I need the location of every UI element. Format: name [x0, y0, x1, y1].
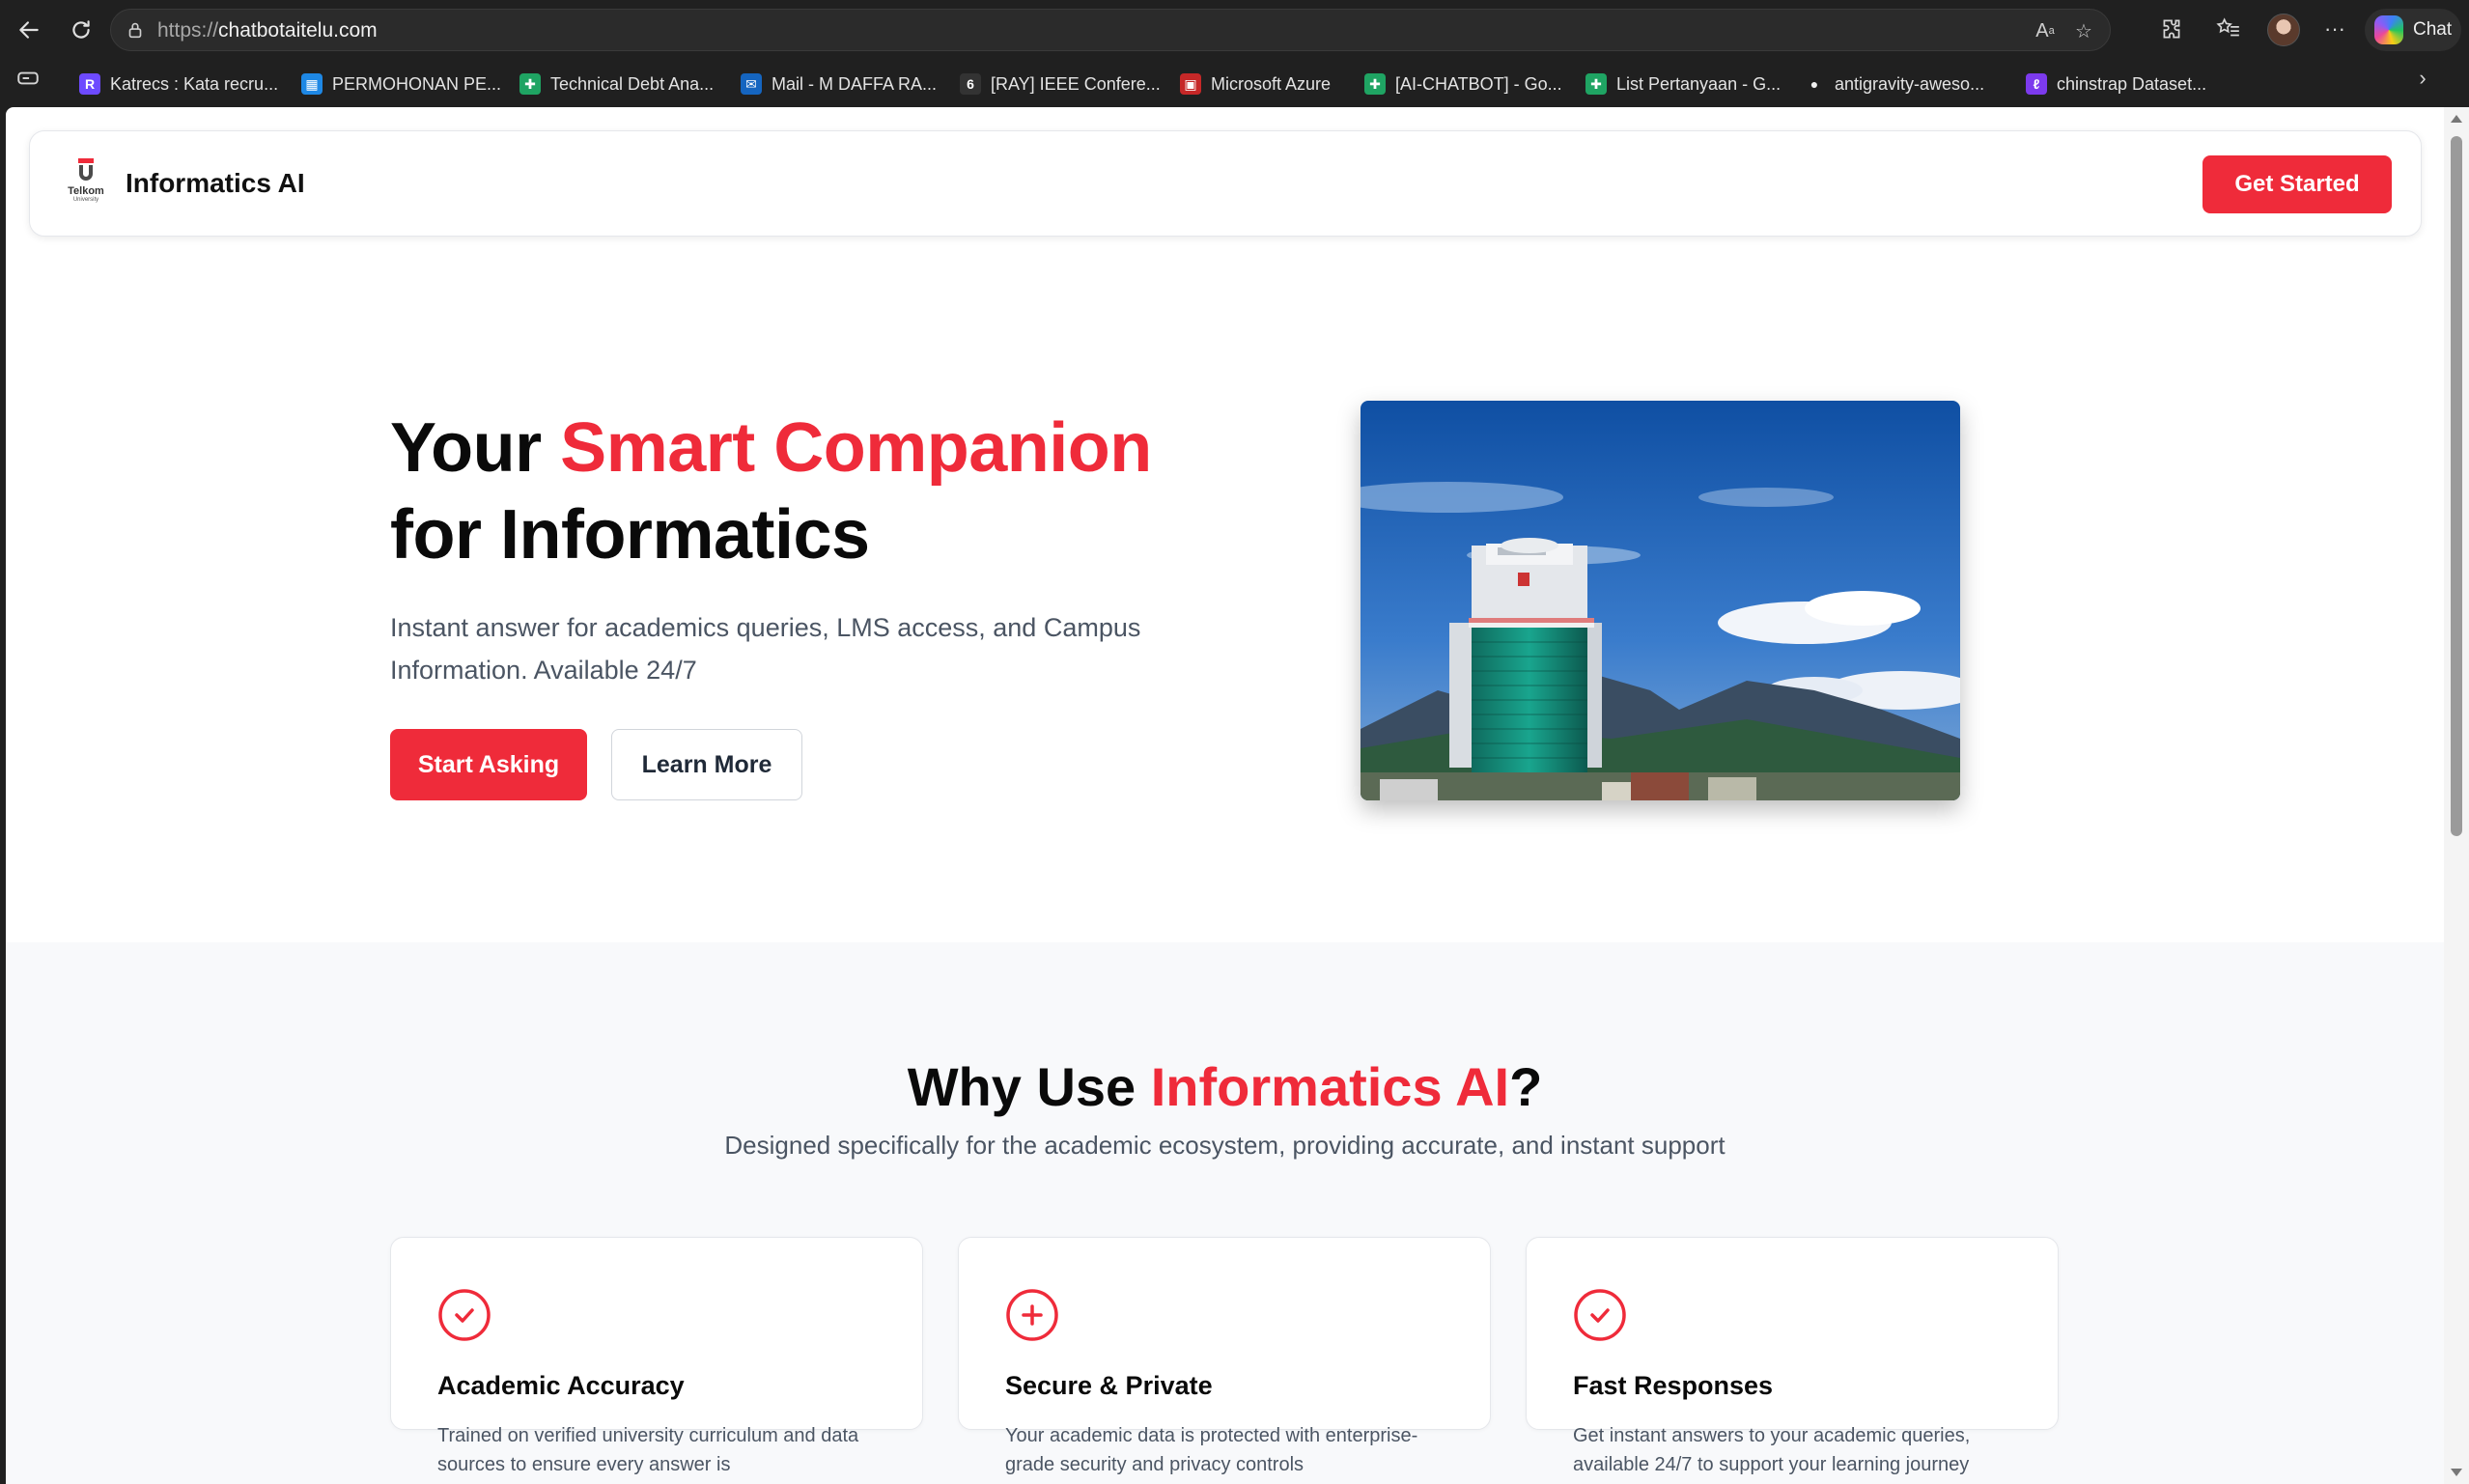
- bookmark-item[interactable]: ▦ PERMOHONAN PE...: [301, 70, 501, 98]
- bookmark-item[interactable]: ✚ Technical Debt Ana...: [519, 70, 714, 98]
- hero-title-accent: Smart Companion: [560, 409, 1152, 487]
- page-scrollbar[interactable]: [2444, 107, 2469, 1484]
- bookmarks-bar: R Katrecs : Kata recru... ▦ PERMOHONAN PE..…: [0, 60, 2469, 107]
- github-icon: ●: [1810, 76, 1819, 92]
- copilot-chat-button[interactable]: Chat: [2365, 9, 2461, 51]
- browser-toolbar: https://chatbotaitelu.com Aa ☆ ··· Chat: [0, 0, 2469, 60]
- campus-photo-illustration: [1361, 401, 1960, 800]
- hero-title-part2: for Informatics: [390, 496, 870, 574]
- feature-card-secure-private: Secure & Private Your academic data is p…: [958, 1237, 1491, 1475]
- get-started-button[interactable]: Get Started: [2202, 155, 2392, 213]
- azure-icon: ▣: [1180, 73, 1201, 95]
- scroll-down-arrow-icon[interactable]: [2451, 1469, 2462, 1476]
- bookmark-item[interactable]: R Katrecs : Kata recru...: [79, 70, 278, 98]
- features-title: Why Use Informatics AI?: [6, 1055, 2444, 1118]
- back-button[interactable]: [12, 13, 46, 47]
- favorites-list-icon: [2216, 17, 2239, 37]
- bookmark-item[interactable]: ✉ Mail - M DAFFA RA...: [741, 70, 937, 98]
- bookmark-label: Katrecs : Kata recru...: [110, 73, 279, 94]
- tabs-icon: [17, 71, 39, 85]
- logo-text: Telkom: [68, 185, 104, 197]
- bookmark-label: antigravity-aweso...: [1835, 73, 1985, 94]
- check-circle-icon: [438, 1289, 491, 1341]
- arrow-left-icon: [19, 21, 39, 39]
- feature-card-title: Fast Responses: [1573, 1371, 1774, 1400]
- puzzle-icon: [2163, 19, 2180, 39]
- extensions-button[interactable]: [2157, 14, 2186, 43]
- features-title-part2: ?: [1509, 1056, 1543, 1117]
- more-menu-icon[interactable]: ···: [2320, 14, 2349, 43]
- learn-more-button[interactable]: Learn More: [611, 729, 802, 800]
- page-viewport: Telkom University Informatics AI Get Sta…: [6, 107, 2444, 1484]
- lock-icon[interactable]: [125, 19, 146, 41]
- scroll-up-arrow-icon[interactable]: [2451, 115, 2462, 123]
- feature-card-title: Secure & Private: [1005, 1371, 1213, 1400]
- sheets-icon: ✚: [1585, 73, 1607, 95]
- plus-circle-icon: [1006, 1289, 1058, 1341]
- feature-card-desc: Get instant answers to your academic que…: [1573, 1425, 1971, 1475]
- site-header: Telkom University Informatics AI Get Sta…: [29, 130, 2422, 237]
- bookmark-item[interactable]: ℓ chinstrap Dataset...: [2026, 70, 2206, 98]
- bookmark-item[interactable]: ✚ List Pertanyaan - G...: [1585, 70, 1781, 98]
- chat-label: Chat: [2413, 19, 2453, 40]
- feature-card-title: Academic Accuracy: [437, 1371, 685, 1400]
- bookmark-item[interactable]: 6 [RAY] IEEE Confere...: [960, 70, 1161, 98]
- bookmark-label: List Pertanyaan - G...: [1616, 73, 1782, 94]
- campus-building-image: [1361, 401, 1960, 800]
- scroll-thumb[interactable]: [2451, 136, 2462, 836]
- copilot-icon: [2374, 15, 2403, 44]
- mail-icon: ✉: [741, 73, 762, 95]
- url-text[interactable]: https://chatbotaitelu.com: [157, 19, 378, 42]
- hero-title: Your Smart Companion for Informatics: [390, 405, 1152, 578]
- tab-actions-icon[interactable]: [14, 64, 42, 93]
- bookmark-label: Microsoft Azure: [1211, 73, 1332, 94]
- bookmarks-overflow-chevron-icon[interactable]: ›: [2408, 64, 2437, 93]
- feature-card-desc: Your academic data is protected with ent…: [1005, 1425, 1418, 1475]
- brand-name[interactable]: Informatics AI: [126, 168, 305, 199]
- features-subtitle: Designed specifically for the academic e…: [724, 1131, 1725, 1160]
- ieee-icon: 6: [960, 73, 981, 95]
- check-circle-icon: [1574, 1289, 1626, 1341]
- bookmark-label: [AI-CHATBOT] - Go...: [1395, 73, 1562, 94]
- dataset-icon: ℓ: [2026, 73, 2047, 95]
- features-title-part1: Why Use: [907, 1056, 1151, 1117]
- feature-card-desc: Trained on verified university curriculu…: [437, 1425, 859, 1475]
- features-title-accent: Informatics AI: [1150, 1056, 1510, 1117]
- bookmark-label: chinstrap Dataset...: [2057, 73, 2207, 94]
- read-aloud-icon[interactable]: Aa: [2033, 18, 2058, 43]
- katrecs-icon: R: [79, 73, 100, 95]
- feature-card-fast-responses: Fast Responses Get instant answers to yo…: [1526, 1237, 2059, 1475]
- sheets-icon: ✚: [1364, 73, 1386, 95]
- telkom-logo[interactable]: Telkom University: [65, 158, 107, 212]
- favorites-button[interactable]: [2214, 14, 2243, 43]
- bookmark-label: [RAY] IEEE Confere...: [991, 73, 1161, 94]
- start-asking-button[interactable]: Start Asking: [390, 729, 587, 800]
- url-protocol: https://: [157, 19, 219, 42]
- favorite-star-icon[interactable]: ☆: [2071, 18, 2096, 43]
- hero-title-part1: Your: [390, 409, 561, 487]
- telkom-shield-icon: [78, 158, 94, 181]
- profile-avatar[interactable]: [2267, 14, 2300, 46]
- bookmark-label: Technical Debt Ana...: [550, 73, 715, 94]
- address-bar[interactable]: https://chatbotaitelu.com Aa ☆: [110, 9, 2111, 51]
- logo-subtext: University: [72, 197, 99, 203]
- bookmark-label: PERMOHONAN PE...: [332, 73, 502, 94]
- reload-icon: [72, 20, 90, 39]
- bookmark-label: Mail - M DAFFA RA...: [772, 73, 938, 94]
- feature-card-academic-accuracy: Academic Accuracy Trained on verified un…: [390, 1237, 923, 1475]
- bookmark-item[interactable]: ▣ Microsoft Azure: [1180, 70, 1331, 98]
- browser-chrome: https://chatbotaitelu.com Aa ☆ ··· Chat …: [0, 0, 2469, 107]
- bookmark-item[interactable]: ● antigravity-aweso...: [1804, 70, 1984, 98]
- reload-button[interactable]: [64, 13, 98, 47]
- bookmark-item[interactable]: ✚ [AI-CHATBOT] - Go...: [1364, 70, 1562, 98]
- form-icon: ▦: [301, 73, 323, 95]
- hero-subtitle: Instant answer for academics queries, LM…: [390, 613, 1141, 685]
- url-host: chatbotaitelu.com: [218, 19, 378, 42]
- sheets-icon: ✚: [519, 73, 541, 95]
